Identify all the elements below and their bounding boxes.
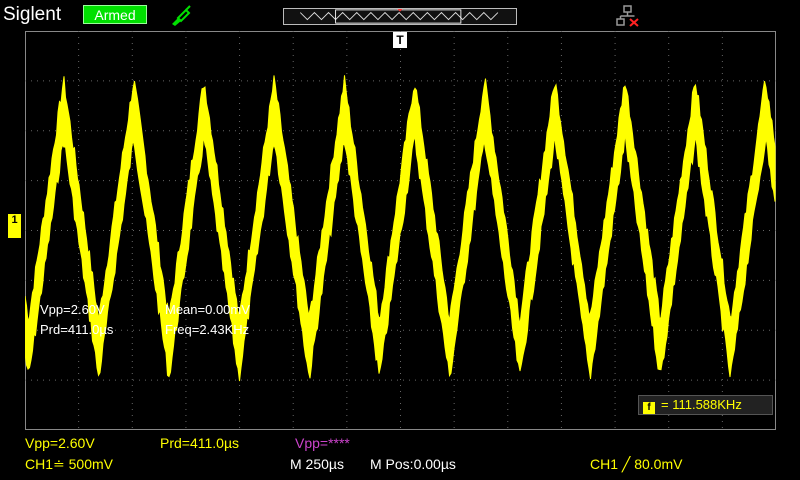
ch1-scale: CH1≐ 500mV [25, 456, 113, 472]
overlay-mean: Mean=0.00mV [165, 302, 250, 317]
frequency-counter: f = 111.588KHz [638, 395, 773, 415]
trigger-level: CH1 ╱ 80.0mV [590, 456, 683, 472]
trigger-position-marker[interactable]: T [393, 32, 407, 48]
overlay-prd: Prd=411.0µs [40, 322, 114, 337]
trigger-status-badge: Armed [83, 5, 147, 24]
timebase: M 250µs [290, 456, 344, 472]
measure-prd: Prd=411.0µs [160, 435, 240, 451]
frequency-counter-value: = 111.588KHz [661, 397, 742, 412]
horizontal-position: M Pos:0.00µs [370, 456, 456, 472]
ch1-offset-marker[interactable]: 1 [8, 214, 21, 238]
measure-math-vpp: Vpp=**** [295, 435, 350, 451]
memory-overview-bar [283, 8, 517, 25]
overlay-vpp: Vpp=2.60V [40, 302, 105, 317]
top-bar: Siglent Armed [0, 0, 800, 30]
frequency-icon: f [643, 402, 655, 414]
probe-icon [172, 5, 191, 26]
overlay-freq: Freq=2.43KHz [165, 322, 250, 337]
brand-logo: Siglent [3, 4, 62, 25]
waveform-display[interactable] [25, 31, 776, 430]
measure-vpp: Vpp=2.60V [25, 435, 95, 451]
network-disconnected-icon [616, 5, 639, 27]
